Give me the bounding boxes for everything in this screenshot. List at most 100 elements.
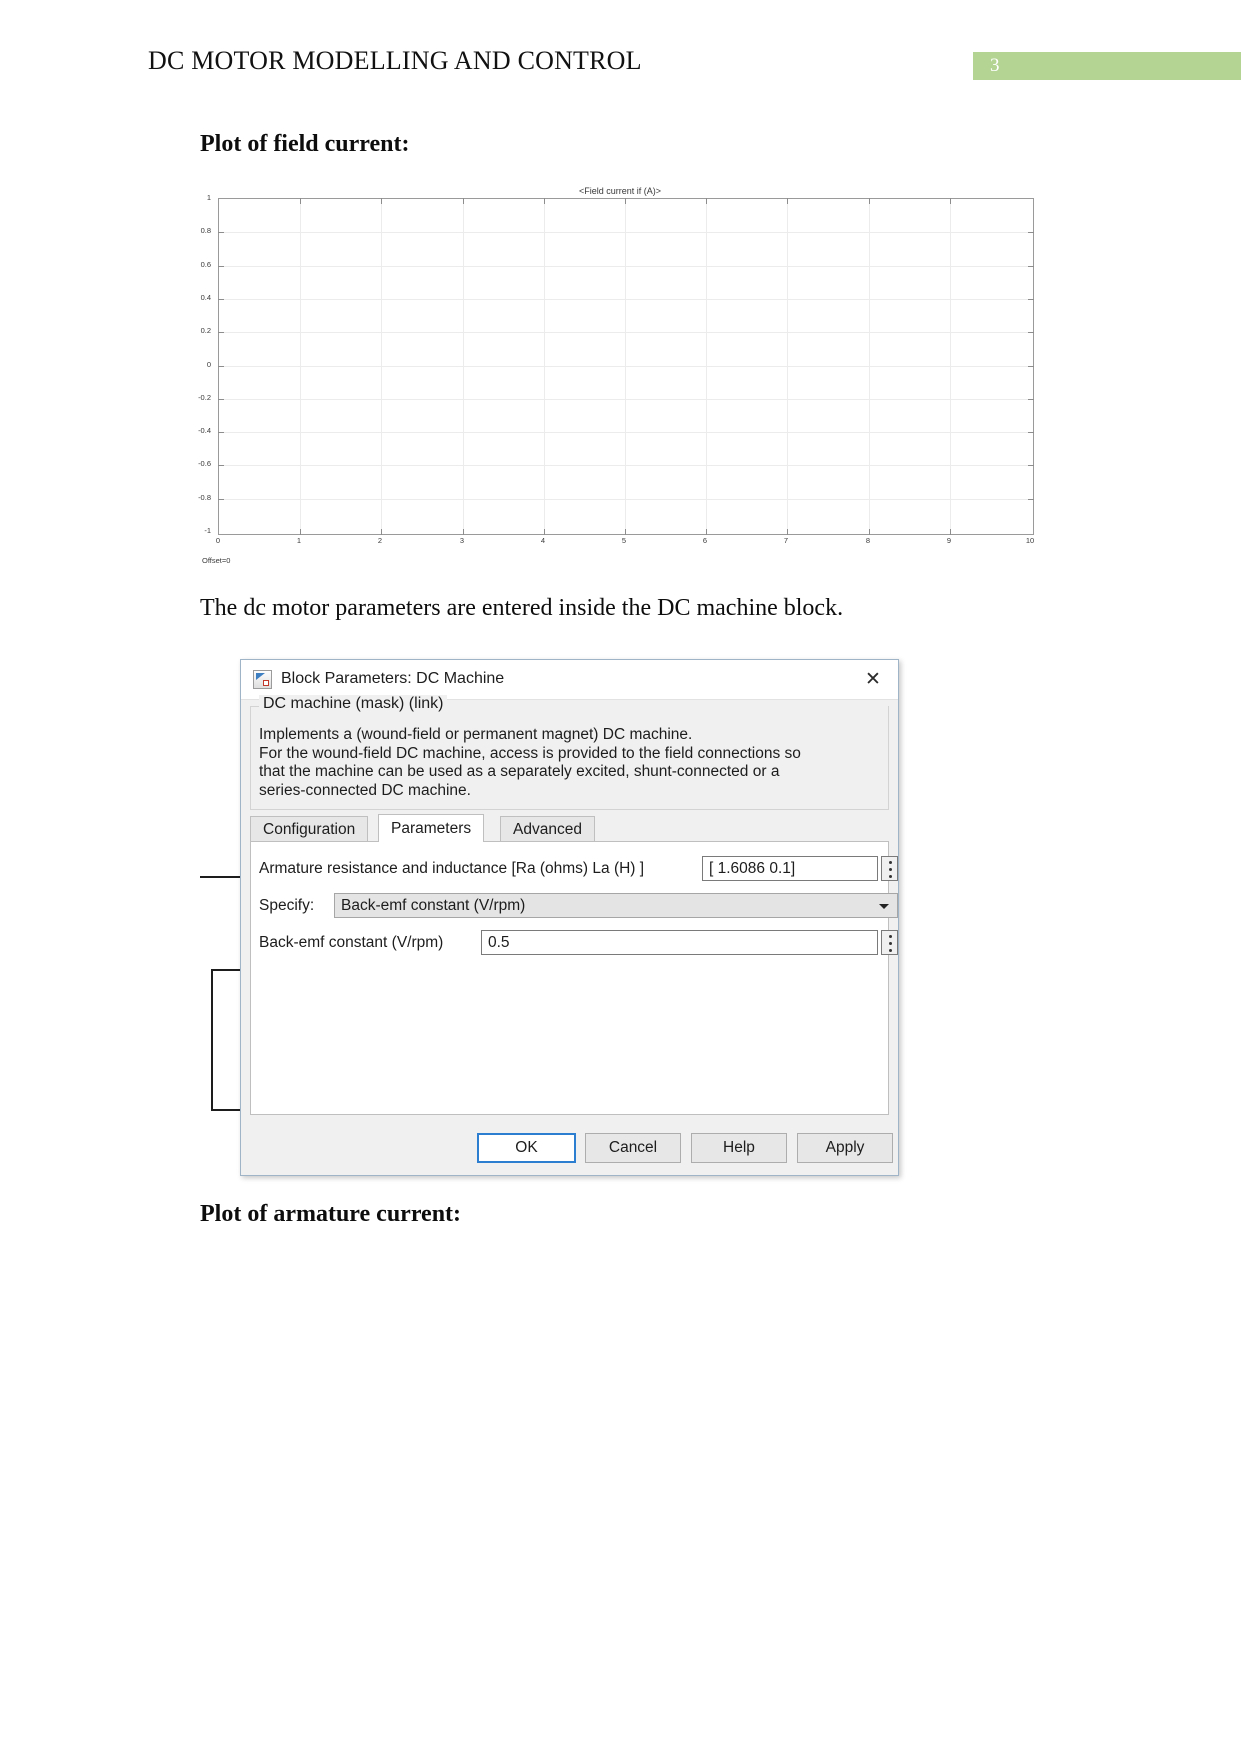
x-axis-label: 7	[783, 536, 789, 545]
x-axis-label: 0	[215, 536, 221, 545]
chart-offset-label: Offset=0	[202, 556, 231, 565]
description-legend: DC machine (mask) (link)	[259, 695, 448, 713]
y-axis-tick-right	[1028, 499, 1034, 500]
description-group: DC machine (mask) (link) Implements a (w…	[250, 695, 889, 810]
chart-plot-area	[218, 198, 1034, 535]
tab-advanced[interactable]: Advanced	[500, 816, 595, 842]
gridline-horizontal	[219, 465, 1033, 466]
gridline-vertical	[463, 199, 464, 534]
gridline-vertical	[300, 199, 301, 534]
label-armature-resistance-inductance: Armature resistance and inductance [Ra (…	[259, 860, 645, 877]
y-axis-tick-right	[1028, 432, 1034, 433]
y-axis-tick	[218, 366, 224, 367]
x-axis-tick	[869, 198, 870, 204]
y-axis-tick-right	[1028, 299, 1034, 300]
select-specify-value: Back-emf constant (V/rpm)	[341, 897, 526, 914]
y-axis-tick	[218, 266, 224, 267]
y-axis-label: 0	[206, 360, 211, 369]
x-axis-label: 2	[377, 536, 383, 545]
back-emf-more-button[interactable]	[881, 930, 898, 955]
background-diagram-bracket-bottom	[211, 1109, 243, 1111]
y-axis-tick	[218, 432, 224, 433]
scope-chart-field-current: <Field current if (A)> Offset=0 1 0.8 0.6 0…	[198, 186, 1040, 576]
paragraph-dc-motor-parameters: The dc motor parameters are entered insi…	[200, 595, 844, 621]
dialog-body: DC machine (mask) (link) Implements a (w…	[241, 695, 898, 1175]
y-axis-label: -0.8	[198, 493, 211, 502]
ok-button[interactable]: OK	[477, 1133, 576, 1163]
y-axis-tick	[218, 299, 224, 300]
gridline-vertical	[625, 199, 626, 534]
description-text: Implements a (wound-field or permanent m…	[259, 726, 801, 799]
simulink-block-icon	[253, 670, 272, 689]
x-axis-tick	[463, 198, 464, 204]
dialog-titlebar: Block Parameters: DC Machine ✕	[241, 660, 898, 700]
x-axis-tick-bottom	[869, 529, 870, 535]
input-back-emf-constant[interactable]: 0.5	[481, 930, 878, 955]
x-axis-tick	[300, 198, 301, 204]
tab-configuration[interactable]: Configuration	[250, 816, 369, 842]
x-axis-tick-bottom	[463, 529, 464, 535]
x-axis-tick-bottom	[381, 529, 382, 535]
field-row-armature: Armature resistance and inductance [Ra (…	[259, 856, 898, 882]
y-axis-label: 0.6	[200, 260, 211, 269]
y-axis-label: 0.8	[200, 226, 211, 235]
y-axis-label: -1	[204, 526, 211, 535]
apply-button[interactable]: Apply	[797, 1133, 893, 1163]
x-axis-label: 10	[1025, 536, 1035, 545]
dialog-tabstrip: Configuration Parameters Advanced	[250, 814, 889, 842]
gridline-vertical	[869, 199, 870, 534]
x-axis-label: 3	[459, 536, 465, 545]
field-row-specify: Specify: Back-emf constant (V/rpm)	[259, 893, 898, 919]
armature-params-more-button[interactable]	[881, 856, 898, 881]
page-number-badge: 3	[973, 52, 1241, 80]
x-axis-tick	[706, 198, 707, 204]
y-axis-tick	[218, 465, 224, 466]
gridline-vertical	[544, 199, 545, 534]
x-axis-label: 6	[702, 536, 708, 545]
background-diagram-line-h	[200, 876, 242, 878]
y-axis-tick-right	[1028, 332, 1034, 333]
gridline-horizontal	[219, 366, 1033, 367]
y-axis-tick	[218, 399, 224, 400]
y-axis-tick	[218, 232, 224, 233]
x-axis-tick	[544, 198, 545, 204]
gridline-horizontal	[219, 266, 1033, 267]
help-button[interactable]: Help	[691, 1133, 787, 1163]
x-axis-tick-bottom	[544, 529, 545, 535]
x-axis-tick	[950, 198, 951, 204]
page-number: 3	[990, 55, 1000, 76]
chart-title: <Field current if (A)>	[578, 186, 662, 196]
label-specify: Specify:	[259, 897, 315, 914]
y-axis-tick-right	[1028, 266, 1034, 267]
y-axis-label: -0.2	[198, 393, 211, 402]
y-axis-tick	[218, 499, 224, 500]
y-axis-tick-right	[1028, 232, 1034, 233]
y-axis-tick-right	[1028, 465, 1034, 466]
background-diagram-bracket-top	[211, 969, 243, 971]
heading-plot-field-current: Plot of field current:	[200, 131, 410, 157]
select-specify[interactable]: Back-emf constant (V/rpm)	[334, 893, 898, 918]
x-axis-tick-bottom	[625, 529, 626, 535]
x-axis-label: 9	[946, 536, 952, 545]
cancel-button[interactable]: Cancel	[585, 1133, 681, 1163]
label-back-emf-constant: Back-emf constant (V/rpm)	[259, 934, 444, 951]
page-header: DC MOTOR MODELLING AND CONTROL 3	[0, 46, 1241, 88]
y-axis-label: 0.2	[200, 326, 211, 335]
gridline-vertical	[381, 199, 382, 534]
block-parameters-dialog: Block Parameters: DC Machine ✕ DC machin…	[240, 659, 899, 1176]
dialog-title: Block Parameters: DC Machine	[281, 670, 505, 687]
x-axis-label: 1	[296, 536, 302, 545]
input-armature-resistance-inductance[interactable]: [ 1.6086 0.1]	[702, 856, 878, 881]
gridline-horizontal	[219, 399, 1033, 400]
background-diagram-bracket	[211, 969, 213, 1111]
tab-parameters[interactable]: Parameters	[378, 814, 485, 842]
x-axis-tick-bottom	[787, 529, 788, 535]
x-axis-label: 8	[865, 536, 871, 545]
x-axis-label: 5	[621, 536, 627, 545]
gridline-horizontal	[219, 299, 1033, 300]
x-axis-tick-bottom	[706, 529, 707, 535]
y-axis-tick-right	[1028, 366, 1034, 367]
y-axis-label: 1	[206, 193, 211, 202]
close-icon[interactable]: ✕	[858, 668, 888, 692]
y-axis-label: 0.4	[200, 293, 211, 302]
